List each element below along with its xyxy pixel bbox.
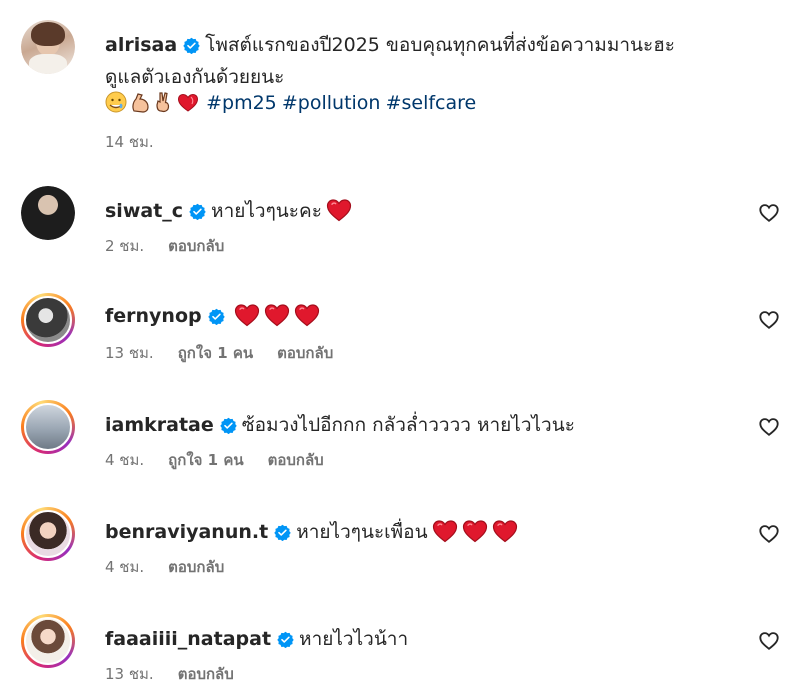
avatar-siwat_c[interactable] [21, 186, 75, 240]
caption-line-1: alrisaa โพสต์แรกของปี2025 ขอบคุณทุกคนที่ส… [105, 30, 675, 60]
reply-button[interactable]: ตอบกลับ [268, 451, 324, 469]
comment-row: benraviyanun.t หายไวๆนะเพื่อน [105, 517, 518, 547]
likes-count[interactable]: ถูกใจ 1 คน [178, 344, 253, 362]
red-heart-emoji-icon [326, 198, 352, 222]
reply-button[interactable]: ตอบกลับ [168, 237, 224, 255]
comment-username[interactable]: benraviyanun.t [105, 521, 268, 543]
like-heart-icon[interactable] [758, 202, 780, 224]
timestamp[interactable]: 4 ชม. [105, 451, 144, 469]
comment-username[interactable]: iamkratae [105, 414, 214, 436]
comment-row: fernynop [105, 303, 320, 329]
caption-text: โพสต์แรกของปี2025 ขอบคุณทุกคนที่ส่งข้อคว… [205, 34, 676, 56]
hashtag[interactable]: #selfcare [386, 92, 477, 114]
red-heart-emoji-icon [294, 303, 320, 327]
comment-meta: 4 ชม. ถูกใจ 1 คน ตอบกลับ [105, 448, 348, 472]
comment-meta: 13 ชม. ถูกใจ 1 คน ตอบกลับ [105, 341, 357, 365]
likes-count[interactable]: ถูกใจ 1 คน [168, 451, 243, 469]
comment-username[interactable]: faaaiiii_natapat [105, 628, 271, 650]
victory-hand-icon [153, 91, 175, 113]
red-heart-emoji-icon [264, 303, 290, 327]
verified-badge-icon [220, 417, 237, 438]
like-heart-icon[interactable] [758, 630, 780, 652]
comment-text: หายไวๆนะคะ [211, 200, 322, 222]
hot-face-icon [105, 91, 127, 113]
timestamp[interactable]: 13 ชม. [105, 665, 154, 683]
comment-meta: 13 ชม. ตอบกลับ [105, 662, 258, 686]
red-heart-emoji-icon [462, 519, 488, 543]
caption-meta: 14 ชม. [105, 130, 178, 154]
comment-username[interactable]: siwat_c [105, 200, 183, 222]
verified-badge-icon [189, 203, 206, 224]
red-heart-emoji-icon [234, 303, 260, 327]
like-heart-icon[interactable] [758, 309, 780, 331]
caption-line-2: ดูแลตัวเองกันด้วยยนะ [105, 66, 285, 88]
avatar-fernynop[interactable] [21, 293, 75, 347]
timestamp[interactable]: 14 ชม. [105, 133, 154, 151]
comment-text: ซ้อมวงไปอีกกก กลัวล่ำวววว หายไวไวนะ [241, 414, 575, 436]
reply-button[interactable]: ตอบกลับ [178, 665, 234, 683]
hashtag[interactable]: #pm25 [206, 92, 277, 114]
red-heart-emoji-icon [432, 519, 458, 543]
comment-row: iamkratae ซ้อมวงไปอีกกก กลัวล่ำวววว หายไว… [105, 410, 575, 440]
hashtag[interactable]: #pollution [282, 92, 381, 114]
reply-button[interactable]: ตอบกลับ [277, 344, 333, 362]
verified-badge-icon [277, 631, 294, 652]
comment-row: siwat_c หายไวๆนะคะ [105, 196, 352, 226]
comment-row: faaaiiii_natapat หายไวไวน้าา [105, 624, 408, 654]
avatar-alrisaa[interactable] [21, 20, 75, 74]
comment-username[interactable]: fernynop [105, 305, 202, 327]
avatar-benraviyanun.t[interactable] [21, 507, 75, 561]
verified-badge-icon [183, 37, 200, 58]
comment-text: หายไวไวน้าา [299, 628, 409, 650]
flexed-biceps-icon [129, 91, 151, 113]
avatar-faaaiiii_natapat[interactable] [21, 614, 75, 668]
comment-meta: 2 ชม. ตอบกลับ [105, 234, 248, 258]
caption-line-3: #pm25 #pollution #selfcare [105, 91, 476, 114]
timestamp[interactable]: 4 ชม. [105, 558, 144, 576]
username[interactable]: alrisaa [105, 34, 177, 56]
reply-button[interactable]: ตอบกลับ [168, 558, 224, 576]
avatar-iamkratae[interactable] [21, 400, 75, 454]
red-heart-emoji-icon [492, 519, 518, 543]
timestamp[interactable]: 2 ชม. [105, 237, 144, 255]
comment-text: หายไวๆนะเพื่อน [296, 521, 428, 543]
like-heart-icon[interactable] [758, 416, 780, 438]
like-heart-icon[interactable] [758, 523, 780, 545]
verified-badge-icon [207, 308, 225, 329]
timestamp[interactable]: 13 ชม. [105, 344, 154, 362]
comment-meta: 4 ชม. ตอบกลับ [105, 555, 248, 579]
heart-on-fire-icon [177, 91, 199, 113]
verified-badge-icon [274, 524, 291, 545]
